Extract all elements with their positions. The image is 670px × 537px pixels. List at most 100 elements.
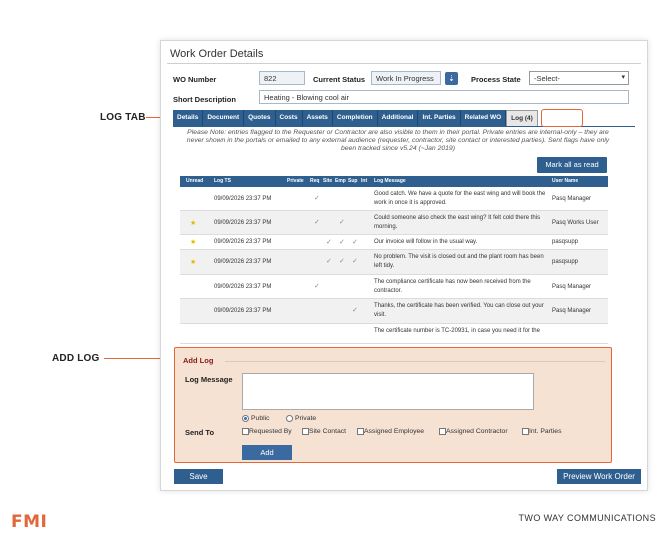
sup-check-icon: ✓ [352,258,358,265]
add-log-divider [225,361,605,362]
emp-check-icon: ✓ [339,219,345,226]
row-user: Pasq Manager [552,284,592,290]
table-row[interactable]: 09/09/2026 23:37 PM ✓ Good catch. We hav… [180,187,608,211]
row-timestamp: 09/09/2026 23:37 PM [214,259,272,265]
mark-all-read-button[interactable]: Mark all as read [537,157,607,173]
req-check-icon: ✓ [314,195,320,202]
col-unread: Unread [186,178,204,184]
col-int: Int [361,178,368,184]
chevron-down-icon: ▾ [621,74,625,81]
row-user: Pasq Manager [552,196,592,202]
assigned-contractor-label: Assigned Contractor [446,428,508,435]
row-message: Good catch. We have a quote for the east… [374,191,546,206]
emp-check-icon: ✓ [339,258,345,265]
tab-completion[interactable]: Completion [332,110,378,126]
tab-costs[interactable]: Costs [275,110,303,126]
save-button[interactable]: Save [174,469,223,484]
sup-check-icon: ✓ [352,239,358,246]
col-emp: Emp [335,178,346,184]
short-desc-field[interactable]: Heating - Blowing cool air [259,90,629,104]
assigned-employee-checkbox[interactable] [357,428,364,435]
log-table-header: Unread Log TS Private Req Site Emp Sup I… [180,176,608,187]
row-message: No problem. The visit is closed out and … [374,254,544,269]
private-radio[interactable] [286,415,293,422]
preview-work-order-button[interactable]: Preview Work Order [557,469,641,484]
tab-bar: Details Document Quotes Costs Assets Com… [173,110,538,126]
tab-log[interactable]: Log (4) [506,110,538,126]
row-user: pasqsupp [552,239,579,245]
int-parties-label: Int. Parties [529,428,562,435]
row-timestamp: 09/09/2026 23:37 PM [214,196,272,202]
table-row[interactable]: ★ 09/09/2026 23:37 PM ✓ ✓ Could someone … [180,211,608,235]
fmi-logo: FMI [11,512,48,532]
tab-int-parties[interactable]: Int. Parties [418,110,461,126]
log-tab-callout: LOG TAB [100,112,146,123]
private-label: Private [295,415,317,422]
col-log-ts: Log TS [214,178,231,184]
row-message: Our invoice will follow in the usual way… [374,239,478,245]
send-to-label: Send To [185,428,215,437]
row-message: Could someone also check the east wing? … [374,215,541,230]
row-timestamp: 09/09/2026 23:37 PM [214,284,272,290]
row-message: Thanks, the certificate has been verifie… [374,303,544,318]
emp-check-icon: ✓ [339,239,345,246]
tagline: TWO WAY COMMUNICATIONS [518,513,656,523]
wo-number-label: WO Number [173,75,217,84]
table-row[interactable]: ★ 09/09/2026 23:37 PM ✓ ✓ ✓ No problem. … [180,250,608,275]
assigned-contractor-checkbox[interactable] [439,428,446,435]
site-check-icon: ✓ [326,258,332,265]
col-site: Site [323,178,333,184]
row-user: Pasq Works User [552,220,599,226]
row-timestamp: 09/09/2026 23:37 PM [214,308,272,314]
add-log-button[interactable]: Add [242,445,292,460]
unread-star-icon: ★ [190,259,197,266]
window-title: Work Order Details [170,48,264,60]
col-req: Req [310,178,320,184]
requested-by-checkbox[interactable] [242,428,249,435]
site-contact-checkbox[interactable] [302,428,309,435]
unread-star-icon: ★ [190,239,197,246]
table-row[interactable]: 09/09/2026 23:37 PM ✓ Thanks, the certif… [180,299,608,324]
table-row[interactable]: The certificate number is TC-20931, in c… [180,324,608,344]
row-message: The compliance certificate has now been … [374,279,531,294]
add-log-title: Add Log [183,356,214,365]
row-message: The certificate number is TC-20931, in c… [374,328,540,334]
int-parties-checkbox[interactable] [522,428,529,435]
wo-number-field[interactable]: 822 [259,71,305,85]
table-row[interactable]: ★ 09/09/2026 23:37 PM ✓ ✓ ✓ Our invoice … [180,235,608,250]
row-timestamp: 09/09/2026 23:37 PM [214,220,272,226]
req-check-icon: ✓ [314,219,320,226]
public-radio[interactable] [242,415,249,422]
site-check-icon: ✓ [326,239,332,246]
req-check-icon: ✓ [314,283,320,290]
tab-related-wo[interactable]: Related WO [460,110,507,126]
unread-star-icon: ★ [190,220,197,227]
col-sup: Sup [348,178,358,184]
log-tab-highlight [541,109,583,127]
process-state-label: Process State [471,75,521,84]
log-table: Unread Log TS Private Req Site Emp Sup I… [180,176,608,344]
tab-document[interactable]: Document [203,110,245,126]
row-user: Pasq Manager [552,308,592,314]
tab-quotes[interactable]: Quotes [244,110,276,126]
site-contact-label: Site Contact [309,428,347,435]
tab-details[interactable]: Details [173,110,204,126]
tab-assets[interactable]: Assets [302,110,333,126]
col-user: User Name [552,178,579,184]
work-order-window: Work Order Details WO Number 822 Current… [160,40,648,491]
page: LOG TAB ADD LOG Work Order Details WO Nu… [0,0,670,537]
process-state-value: -Select- [534,74,560,83]
assigned-employee-label: Assigned Employee [364,428,425,435]
status-label: Current Status [313,75,366,84]
status-chevron-icon[interactable]: ⇣ [445,72,458,85]
log-message-textarea[interactable] [242,373,534,410]
public-label: Public [251,415,270,422]
requested-by-label: Requested By [249,428,292,435]
table-row[interactable]: 09/09/2026 23:37 PM ✓ The compliance cer… [180,275,608,299]
row-user: pasqsupp [552,259,579,265]
status-field[interactable]: Work In Progress [371,71,441,85]
sup-check-icon: ✓ [352,307,358,314]
log-message-label: Log Message [185,375,233,384]
tab-additional[interactable]: Additional [377,110,419,126]
process-state-select[interactable]: -Select- ▾ [529,71,629,85]
